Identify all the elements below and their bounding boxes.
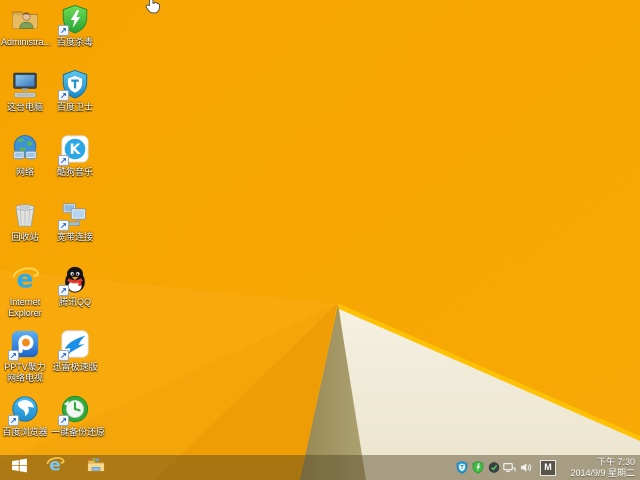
- shortcut-arrow-icon: ↗: [58, 220, 69, 231]
- desktop-icon-tencent-qq[interactable]: ↗ 腾讯QQ: [51, 264, 99, 308]
- desktop-icon-xunlei[interactable]: ↗ 迅雷极速版: [51, 329, 99, 373]
- tray-baidu-guard-icon[interactable]: [455, 461, 468, 474]
- desktop-icon-network[interactable]: 网络: [1, 134, 49, 178]
- desktop-icon-label: Internet Explorer: [8, 297, 42, 318]
- pptv-icon: ↗: [8, 329, 40, 361]
- baidu-antivirus-shield-icon: ↗: [58, 4, 90, 36]
- desktop-icon-label: 酷狗音乐: [56, 167, 93, 177]
- desktop-icon-label: 网络: [15, 167, 34, 177]
- desktop-icon-label: 百度杀毒: [56, 37, 93, 47]
- internet-explorer-icon: e: [10, 264, 40, 294]
- qq-penguin-icon: ↗: [58, 264, 90, 296]
- desktop-icon-internet-explorer[interactable]: e Internet Explorer: [1, 264, 49, 319]
- shortcut-arrow-icon: ↗: [58, 285, 69, 296]
- desktop-icon-baidu-guard[interactable]: ↗ 百度卫士: [51, 69, 99, 113]
- desktop-icon-label: 百度浏览器: [2, 427, 48, 437]
- taskbar-internet-explorer-button[interactable]: e: [35, 455, 75, 480]
- desktop-icon-label: 百度卫士: [56, 102, 93, 112]
- desktop-icon-label: 回收站: [11, 232, 39, 242]
- tray-optimizer-ball-icon[interactable]: [487, 461, 500, 474]
- system-tray: M 下午 7:30 2014/9/9 星期二: [455, 455, 640, 480]
- shortcut-arrow-icon: ↗: [8, 350, 19, 361]
- tray-volume-icon[interactable]: [519, 461, 532, 474]
- shortcut-arrow-icon: ↗: [58, 90, 69, 101]
- desktop-icon-label: 迅雷极速版: [52, 362, 98, 372]
- shortcut-arrow-icon: ↗: [58, 25, 69, 36]
- windows-desktop: Administra... ↗ 百度杀毒 这台电脑 ↗ 百度卫士 网络 K ↗ …: [0, 0, 640, 480]
- desktop-icon-recycle-bin[interactable]: 回收站: [1, 199, 49, 243]
- shortcut-arrow-icon: ↗: [58, 350, 69, 361]
- tray-baidu-antivirus-icon[interactable]: [471, 461, 484, 474]
- shortcut-arrow-icon: ↗: [8, 415, 19, 426]
- file-explorer-folder-icon: [86, 455, 106, 480]
- recycle-bin-icon: [10, 199, 40, 229]
- svg-text:K: K: [70, 142, 82, 158]
- administrator-folder-icon: [10, 4, 40, 34]
- shortcut-arrow-icon: ↗: [58, 415, 69, 426]
- desktop-icon-baidu-browser[interactable]: ↗ 百度浏览器: [1, 394, 49, 438]
- hand-cursor: [145, 0, 163, 20]
- computer-icon: [10, 69, 40, 99]
- shortcut-arrow-icon: ↗: [58, 155, 69, 166]
- desktop-icon-broadband-connection[interactable]: ↗ 宽带连接: [51, 199, 99, 243]
- clock-date: 2014/9/9 星期二: [570, 467, 635, 478]
- tray-network-icon[interactable]: [503, 461, 516, 474]
- start-button[interactable]: [3, 455, 35, 480]
- clock-time: 下午 7:30: [596, 457, 635, 467]
- internet-explorer-icon: e: [45, 455, 65, 480]
- windows-logo-icon: [10, 456, 29, 480]
- desktop-icon-pptv[interactable]: ↗ PPTV聚力 网络电视: [1, 329, 49, 384]
- desktop-icon-backup-restore[interactable]: ↗ 一键备份还原: [51, 394, 106, 438]
- baidu-guard-shield-icon: ↗: [58, 69, 90, 101]
- kugou-music-icon: K ↗: [58, 134, 90, 166]
- desktop-icon-label: 宽带连接: [56, 232, 93, 242]
- desktop-icon-label: 腾讯QQ: [58, 297, 91, 307]
- taskbar: e M 下午 7:30 2014/9/9 星期二: [0, 455, 640, 480]
- broadband-connection-icon: ↗: [58, 199, 90, 231]
- desktop-icon-baidu-antivirus[interactable]: ↗ 百度杀毒: [51, 4, 99, 48]
- desktop-icon-label: 一键备份还原: [51, 427, 106, 437]
- input-method-indicator[interactable]: M: [540, 459, 556, 476]
- desktop-icon-kugou-music[interactable]: K ↗ 酷狗音乐: [51, 134, 99, 178]
- taskbar-clock[interactable]: 下午 7:30 2014/9/9 星期二: [565, 457, 637, 478]
- backup-restore-clock-icon: ↗: [58, 394, 90, 426]
- desktop-icon-administrator-files[interactable]: Administra...: [1, 4, 52, 48]
- xunlei-bird-icon: ↗: [58, 329, 90, 361]
- taskbar-file-explorer-button[interactable]: [75, 455, 117, 480]
- baidu-browser-icon: ↗: [8, 394, 40, 426]
- network-globe-icon: [10, 134, 40, 164]
- desktop-icon-label: 这台电脑: [6, 102, 43, 112]
- desktop-icon-label: PPTV聚力 网络电视: [4, 362, 46, 383]
- desktop-icon-label: Administra...: [1, 37, 52, 47]
- desktop-icon-this-pc[interactable]: 这台电脑: [1, 69, 49, 113]
